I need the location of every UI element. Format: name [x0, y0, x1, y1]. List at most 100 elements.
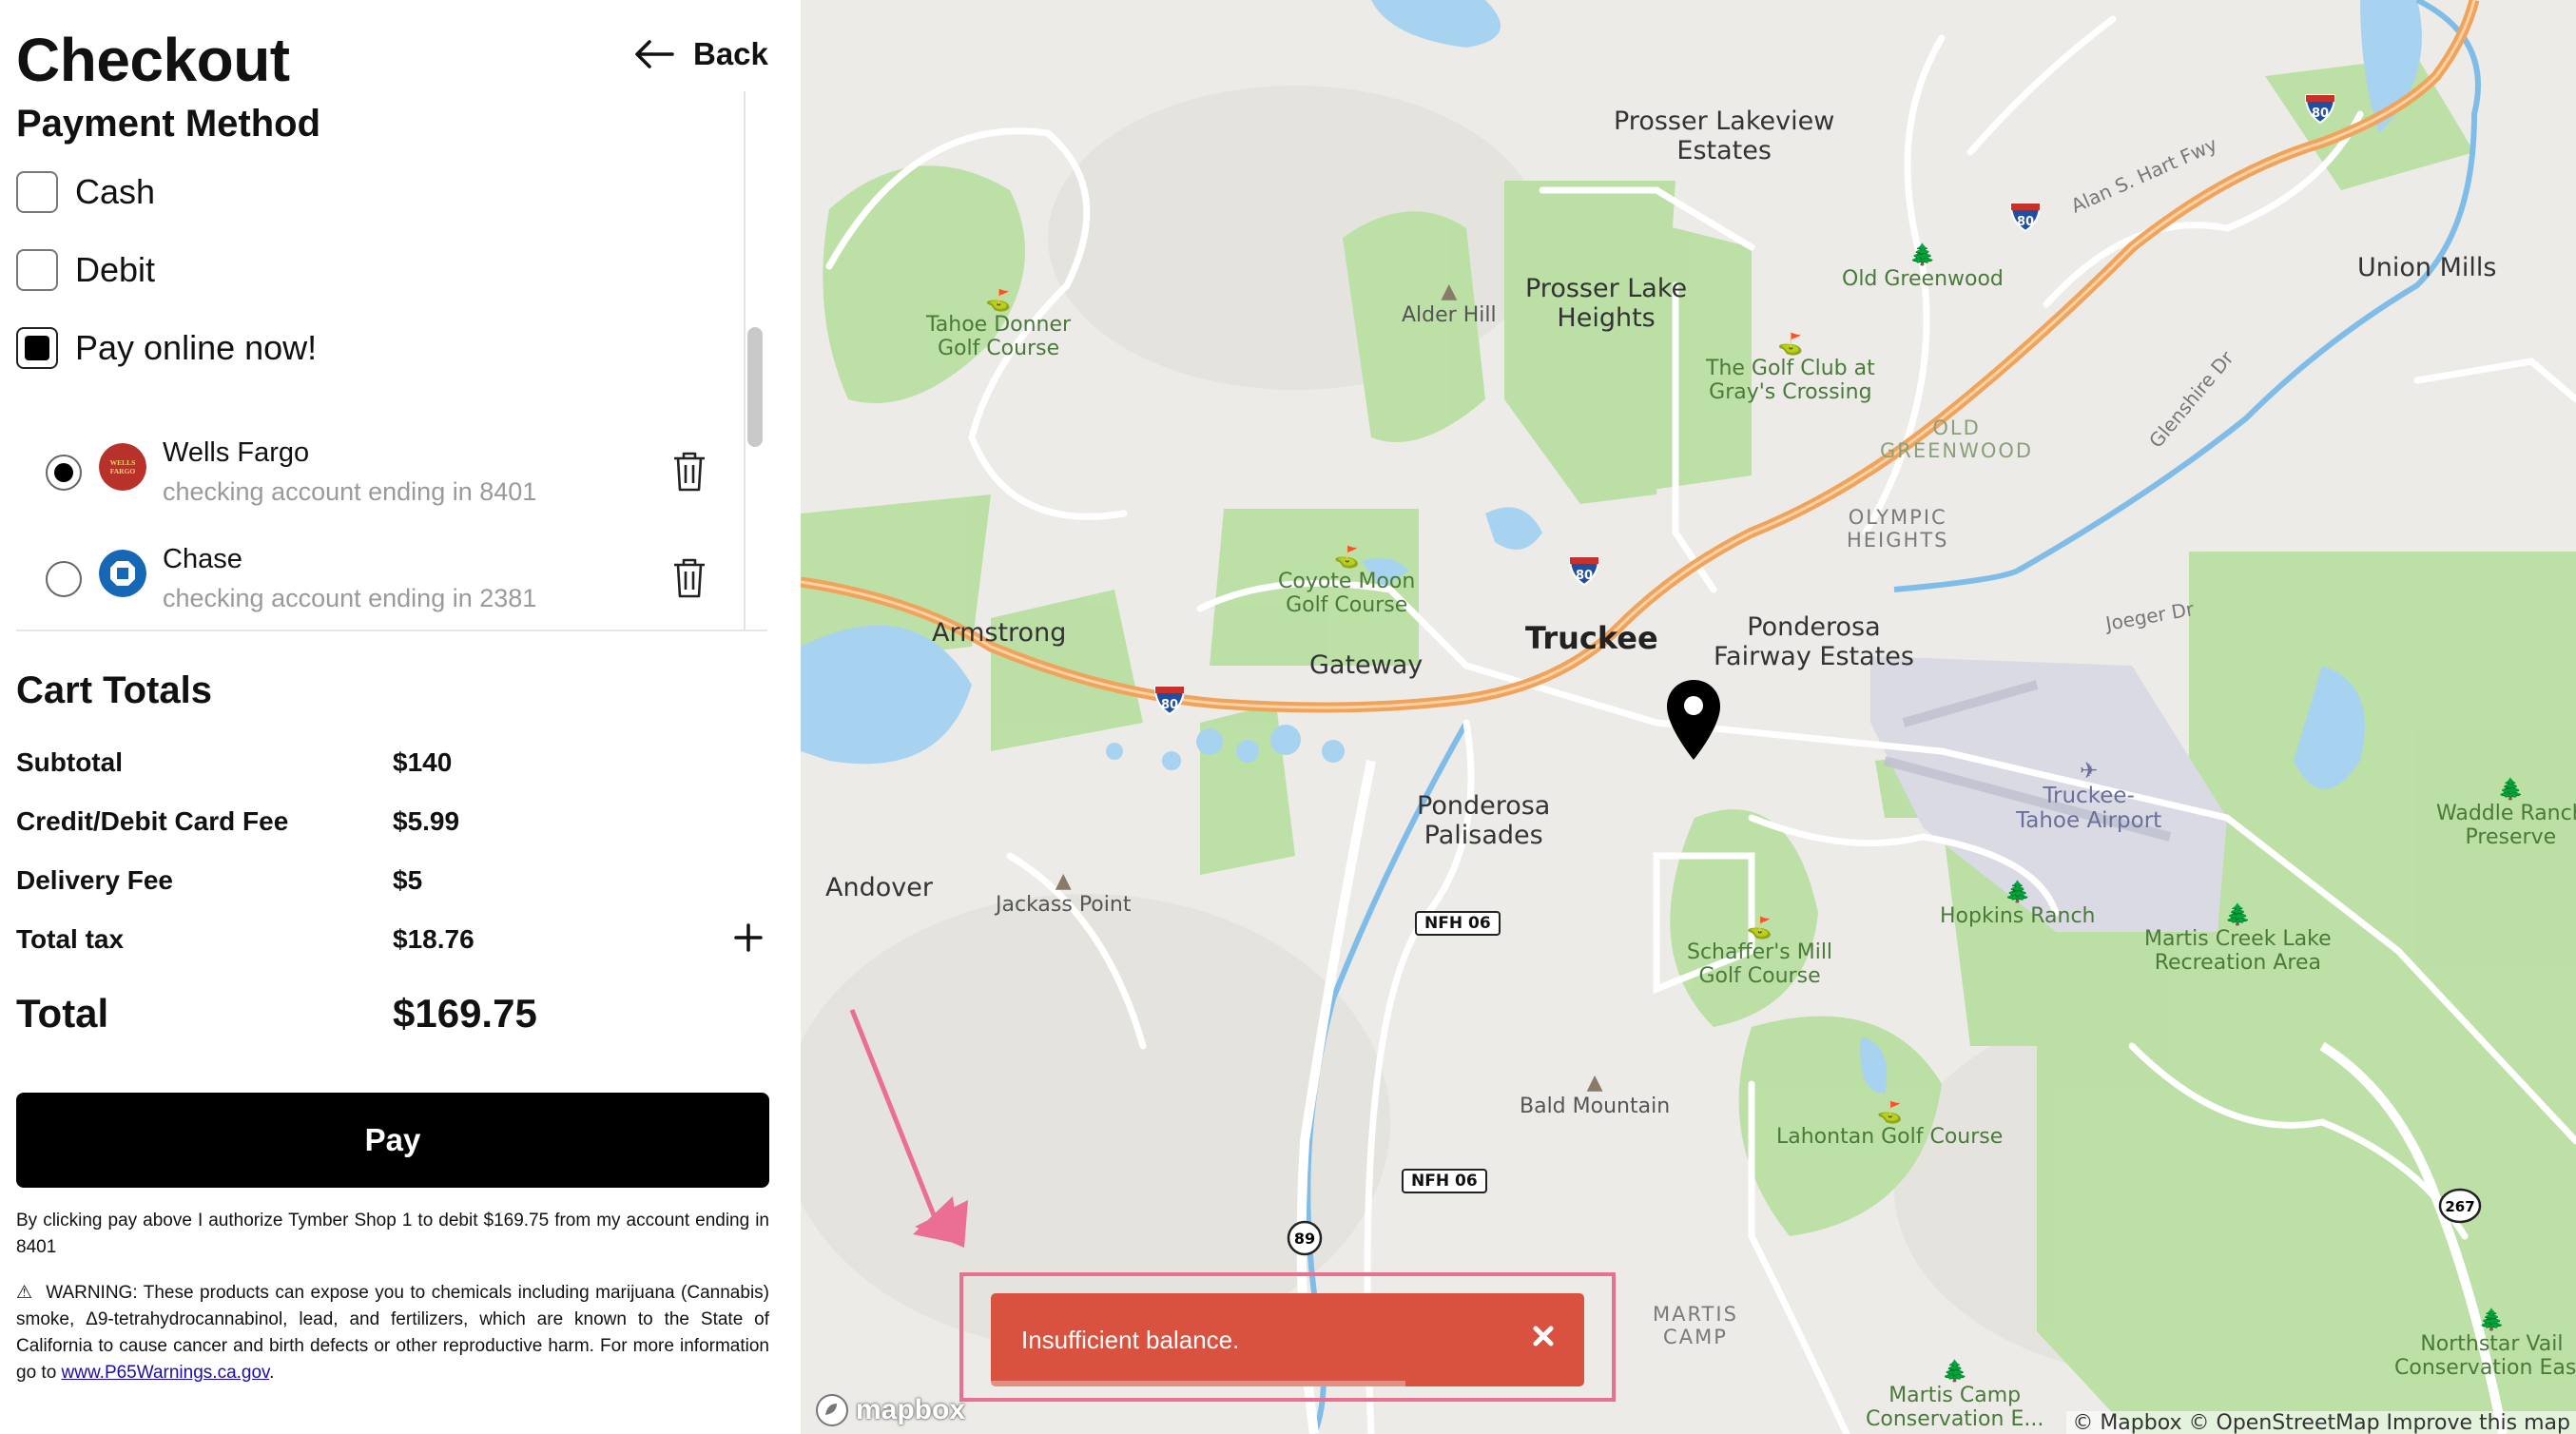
map-label: Andover [825, 873, 933, 902]
row-label: Total tax [16, 924, 125, 954]
map-label: ⛳ Lahontan Golf Course [1776, 1101, 2004, 1149]
wells-fargo-logo-icon: WELLS FARGO [99, 443, 146, 491]
svg-text:267: 267 [2445, 1198, 2474, 1215]
scrollbar-thumb[interactable] [747, 327, 763, 447]
svg-text:WELLS: WELLS [110, 458, 136, 467]
hwy-267-shield-icon: 267 [2438, 1188, 2482, 1224]
option-cash[interactable]: Cash [16, 171, 155, 213]
map-label: 🌲 Martis Camp Conservation E... [1866, 1360, 2044, 1431]
location-pin-icon[interactable] [1665, 678, 1722, 762]
map[interactable]: Prosser Lakeview Estates Prosser Lake Heig… [801, 0, 2576, 1434]
map-label: 🌲 Northstar Vail Conservation Ease [2394, 1308, 2576, 1380]
row-value: $18.76 [393, 924, 475, 954]
toast-progress-bar [991, 1381, 1405, 1386]
svg-text:FARGO: FARGO [110, 467, 136, 475]
account-radio[interactable] [46, 455, 82, 491]
map-label: Ponderosa Fairway Estates [1714, 612, 1914, 671]
svg-text:80: 80 [1161, 698, 1178, 712]
option-label: Pay online now! [75, 328, 318, 367]
map-label: OLYMPIC HEIGHTS [1847, 506, 1949, 552]
back-label: Back [693, 36, 768, 71]
chase-logo-icon [99, 550, 146, 597]
arrow-left-icon [635, 40, 674, 68]
cash-checkbox[interactable] [16, 171, 58, 213]
prop65-warning: ⚠ WARNING: These products can expose you… [16, 1280, 769, 1386]
trash-icon[interactable] [671, 451, 707, 493]
authorization-text: By clicking pay above I authorize Tymber… [16, 1211, 769, 1257]
toast-message: Insufficient balance. [1021, 1326, 1240, 1354]
option-pay-online[interactable]: Pay online now! [16, 327, 317, 369]
map-label: Union Mills [2357, 253, 2497, 282]
option-debit[interactable]: Debit [16, 249, 155, 291]
mapbox-logo-icon [816, 1394, 848, 1426]
map-attribution[interactable]: © Mapbox © OpenStreetMap Improve this ma… [2066, 1411, 2576, 1434]
row-value: $5 [393, 865, 423, 895]
map-label: Ponderosa Palisades [1417, 791, 1551, 850]
map-label: 🌲 Hopkins Ranch [1940, 881, 2096, 928]
warning-icon: ⚠ [16, 1283, 34, 1303]
map-label: ▲ Jackass Point [996, 869, 1132, 917]
debit-checkbox[interactable] [16, 249, 58, 291]
option-label: Debit [75, 250, 156, 289]
map-label: ▲ Alder Hill [1402, 280, 1497, 327]
map-label: OLD GREENWOOD [1880, 417, 2034, 462]
warning-end: . [269, 1363, 275, 1383]
cart-totals-title: Cart Totals [16, 669, 212, 711]
map-label: 🌲 Waddle Ranch Preserve [2436, 778, 2576, 849]
map-label: ⛳ The Golf Club at Gray's Crossing [1706, 333, 1875, 404]
map-label: ⛳ Schaffer's Mill Golf Course [1687, 917, 1833, 988]
pay-button[interactable]: Pay [16, 1093, 769, 1188]
map-label: 🌲 Old Greenwood [1842, 243, 2004, 291]
account-wells-fargo[interactable]: WELLS FARGO Wells Fargo checking account… [46, 428, 749, 523]
i80-shield-icon: 80 [2304, 94, 2336, 125]
map-label: ⛳ Coyote Moon Golf Course [1278, 546, 1416, 617]
row-value: $5.99 [393, 806, 460, 836]
payment-method-title: Payment Method [16, 103, 321, 145]
row-label: Subtotal [16, 747, 123, 777]
map-label: ⛳ Tahoe Donner Golf Course [926, 289, 1072, 360]
account-detail: checking account ending in 8401 [163, 477, 537, 506]
account-radio[interactable] [46, 561, 82, 597]
svg-text:80: 80 [2017, 215, 2034, 229]
account-chase[interactable]: Chase checking account ending in 2381 [46, 534, 749, 630]
back-button[interactable]: Back [634, 36, 768, 72]
map-label: Gateway [1309, 650, 1424, 680]
page-title: Checkout [16, 26, 290, 94]
map-label: 🌲 Martis Creek Lake Recreation Area [2144, 903, 2332, 975]
i80-shield-icon: 80 [2009, 203, 2042, 233]
bank-name: Wells Fargo [163, 437, 310, 468]
row-label: Credit/Debit Card Fee [16, 806, 289, 836]
map-label: Truckee [1525, 620, 1658, 656]
mapbox-logo-text: mapbox [856, 1394, 966, 1425]
svg-text:80: 80 [2312, 107, 2329, 121]
divider [16, 630, 767, 631]
close-icon[interactable] [1529, 1322, 1558, 1350]
svg-text:89: 89 [1294, 1230, 1315, 1248]
p65-link[interactable]: www.P65Warnings.ca.gov [62, 1363, 270, 1383]
svg-text:80: 80 [1576, 569, 1593, 583]
row-value: $140 [393, 747, 453, 777]
expand-tax-plus-icon[interactable] [732, 921, 765, 954]
row-label: Delivery Fee [16, 865, 173, 895]
i80-shield-icon: 80 [1568, 556, 1600, 587]
map-label: ▲ Bald Mountain [1520, 1071, 1671, 1118]
i80-shield-icon: 80 [1153, 686, 1186, 716]
checkout-panel: Checkout Back Payment Method Cash Debit … [0, 0, 801, 1434]
map-label: Armstrong [932, 618, 1067, 648]
option-label: Cash [75, 172, 156, 211]
bank-name: Chase [163, 544, 242, 574]
road-shield-nfh06: NFH 06 [1402, 1169, 1487, 1193]
road-shield-nfh06: NFH 06 [1415, 911, 1501, 936]
map-label: Prosser Lakeview Estates [1614, 107, 1835, 165]
hwy-89-shield-icon: 89 [1287, 1220, 1323, 1256]
map-label: ✈ Truckee- Tahoe Airport [2016, 759, 2162, 833]
total-value: $169.75 [393, 991, 537, 1036]
map-label: MARTIS CAMP [1653, 1303, 1738, 1348]
map-label: Prosser Lake Heights [1525, 274, 1688, 333]
total-label: Total [16, 991, 109, 1036]
pay-online-checkbox[interactable] [16, 327, 58, 369]
mapbox-logo[interactable]: mapbox [814, 1392, 965, 1428]
error-toast: Insufficient balance. [991, 1293, 1584, 1386]
trash-icon[interactable] [671, 557, 707, 599]
account-detail: checking account ending in 2381 [163, 584, 537, 612]
